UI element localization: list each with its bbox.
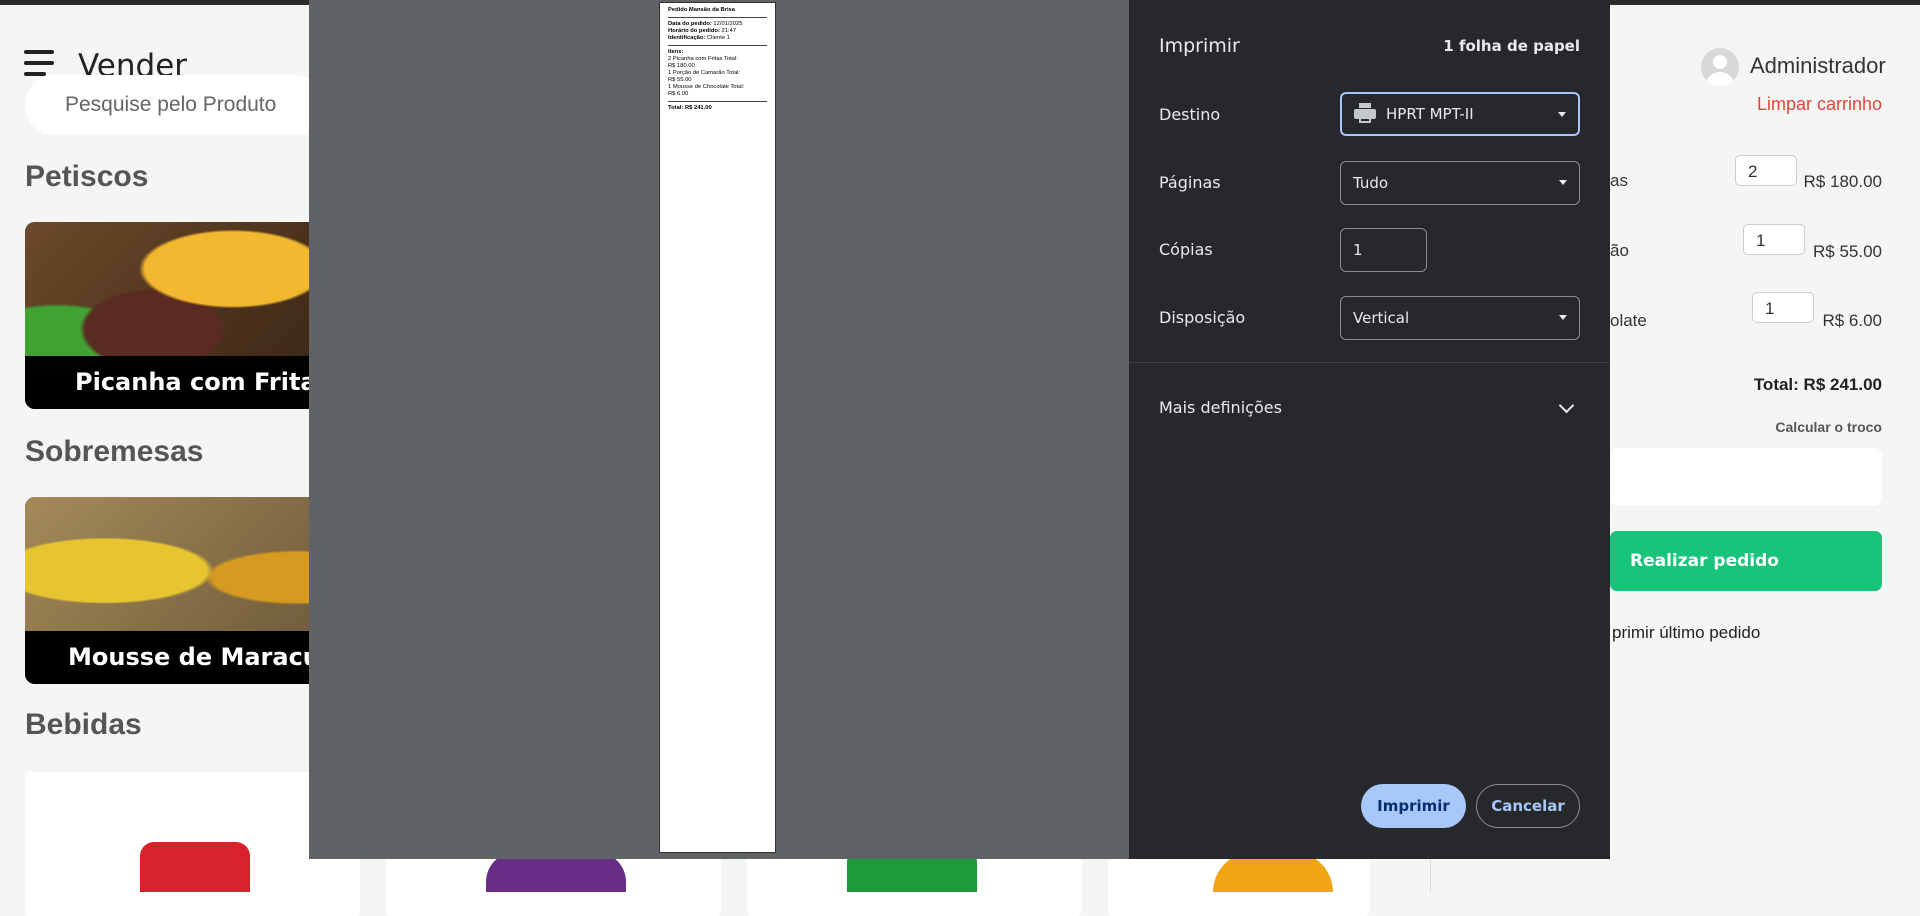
product-image — [25, 222, 345, 356]
quantity-input[interactable]: 1 — [1743, 224, 1805, 255]
cart-item-name: olate — [1610, 311, 1647, 330]
dropdown-arrow-icon — [1559, 180, 1567, 185]
dialog-title: Imprimir — [1159, 35, 1240, 57]
sheet-count: 1 folha de papel — [1443, 37, 1580, 55]
preview-heading: Pedido Mansão da Brisa — [668, 7, 736, 13]
search-input[interactable]: Pesquise pelo Produto — [25, 75, 325, 135]
print-dialog: Pedido Mansão da Brisa Data do pedido: 1… — [309, 0, 1610, 859]
avatar[interactable] — [1701, 48, 1739, 86]
divider — [1129, 362, 1610, 363]
place-order-button[interactable]: Realizar pedido — [1610, 531, 1882, 591]
cancel-button[interactable]: Cancelar — [1476, 784, 1580, 828]
section-title-sobremesas: Sobremesas — [25, 435, 204, 468]
product-card-mousse[interactable]: Mousse de Maracujá — [25, 497, 345, 684]
print-button[interactable]: Imprimir — [1361, 784, 1466, 828]
cart-item-name: ão — [1610, 241, 1629, 260]
copies-input[interactable]: 1 — [1340, 228, 1427, 272]
print-settings-panel: Imprimir 1 folha de papel Destino HPRT M… — [1129, 0, 1610, 859]
product-card-picanha[interactable]: Picanha com Fritas — [25, 222, 345, 409]
layout-label: Disposição — [1159, 308, 1246, 327]
section-title-bebidas: Bebidas — [25, 708, 142, 741]
printer-icon — [1354, 102, 1376, 123]
change-label: Calcular o troco — [1775, 419, 1882, 435]
cart-total: Total: R$ 241.00 — [1753, 375, 1882, 394]
quantity-input[interactable]: 2 — [1735, 155, 1797, 186]
layout-select[interactable]: Vertical — [1340, 296, 1580, 340]
change-input[interactable] — [1610, 448, 1882, 506]
chevron-down-icon[interactable] — [1558, 397, 1575, 414]
copies-label: Cópias — [1159, 240, 1213, 259]
reprint-last-order-link[interactable]: primir último pedido — [1612, 623, 1760, 643]
section-title-petiscos: Petiscos — [25, 160, 149, 193]
print-preview-area: Pedido Mansão da Brisa Data do pedido: 1… — [309, 0, 1129, 859]
more-settings-toggle[interactable]: Mais definições — [1159, 398, 1282, 417]
cart-item-name: as — [1610, 171, 1628, 190]
menu-icon[interactable] — [24, 50, 54, 76]
product-name: Mousse de Maracujá — [25, 631, 345, 684]
pages-label: Páginas — [1159, 173, 1221, 192]
print-preview-page: Pedido Mansão da Brisa Data do pedido: 1… — [659, 2, 776, 853]
cart-item-price: R$ 6.00 — [1822, 311, 1882, 330]
destination-label: Destino — [1159, 105, 1221, 124]
cart-item-price: R$ 55.00 — [1813, 242, 1882, 261]
product-name: Picanha com Fritas — [25, 356, 345, 409]
dropdown-arrow-icon — [1558, 112, 1566, 117]
pages-select[interactable]: Tudo — [1340, 161, 1580, 205]
destination-select[interactable]: HPRT MPT-II — [1340, 92, 1580, 136]
product-image — [25, 497, 345, 631]
cart-item-price: R$ 180.00 — [1803, 172, 1882, 191]
dropdown-arrow-icon — [1559, 315, 1567, 320]
drink-can-image — [140, 842, 250, 892]
quantity-input[interactable]: 1 — [1752, 292, 1814, 323]
user-name[interactable]: Administrador — [1750, 53, 1886, 79]
clear-cart-link[interactable]: Limpar carrinho — [1757, 94, 1882, 115]
